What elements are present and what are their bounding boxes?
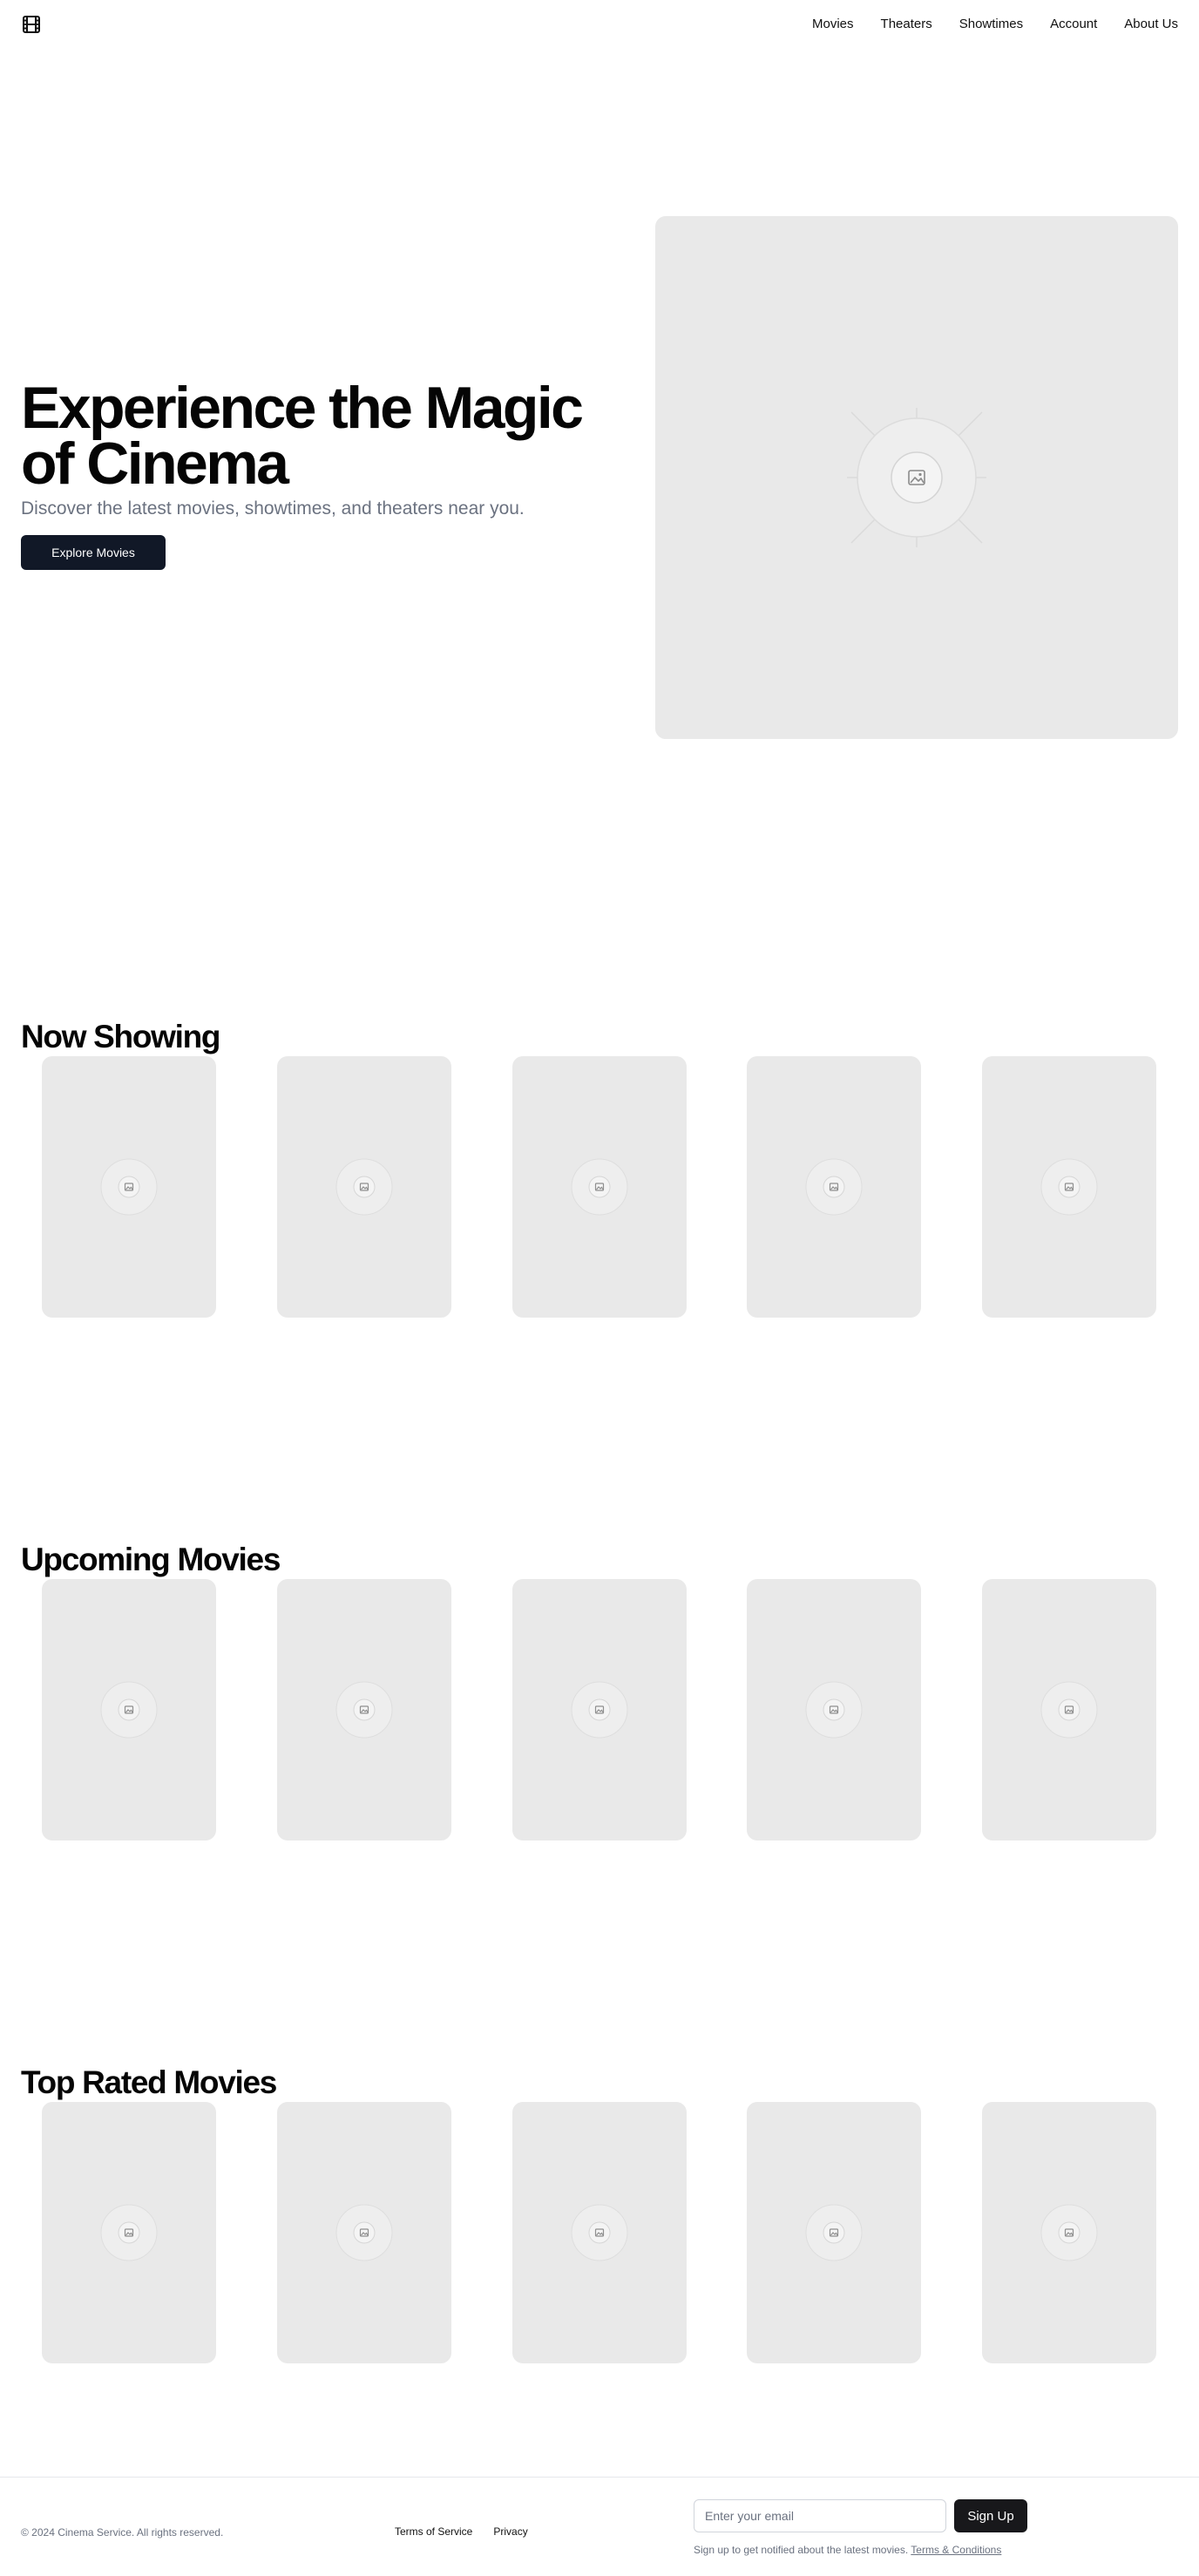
movie-poster[interactable]: [512, 2102, 687, 2363]
signup-note-text: Sign up to get notified about the latest…: [694, 2544, 909, 2556]
movie-poster[interactable]: [512, 1579, 687, 1840]
nav-about-us[interactable]: About Us: [1124, 16, 1178, 33]
image-placeholder-icon: [747, 1158, 921, 1318]
nav-showtimes[interactable]: Showtimes: [959, 16, 1023, 33]
image-placeholder-icon: [512, 1158, 687, 1318]
section-title-now-showing: Now Showing: [21, 1019, 221, 1054]
image-placeholder-icon: [982, 1158, 1156, 1318]
nav-theaters[interactable]: Theaters: [881, 16, 932, 33]
hero-subtitle: Discover the latest movies, showtimes, a…: [21, 498, 525, 519]
movie-poster[interactable]: [277, 2102, 451, 2363]
movie-poster[interactable]: [42, 2102, 216, 2363]
movie-poster[interactable]: [982, 1056, 1156, 1318]
image-placeholder-icon: [982, 2204, 1156, 2363]
movie-poster[interactable]: [277, 1056, 451, 1318]
terms-of-service-link[interactable]: Terms of Service: [395, 2525, 472, 2538]
image-placeholder-icon: [277, 1681, 451, 1840]
image-placeholder-icon: [747, 1681, 921, 1840]
section-title-upcoming-movies: Upcoming Movies: [21, 1542, 281, 1577]
image-placeholder-icon: [42, 1681, 216, 1840]
image-placeholder-icon: [512, 1681, 687, 1840]
section-title-top-rated-movies: Top Rated Movies: [21, 2064, 277, 2100]
movie-poster[interactable]: [42, 1056, 216, 1318]
sign-up-button[interactable]: Sign Up: [954, 2499, 1027, 2532]
movie-poster[interactable]: [277, 1579, 451, 1840]
nav-movies[interactable]: Movies: [812, 16, 854, 33]
hero-image: [655, 216, 1178, 739]
privacy-link[interactable]: Privacy: [493, 2525, 527, 2538]
explore-movies-button[interactable]: Explore Movies: [21, 535, 166, 570]
image-placeholder-icon: [277, 2204, 451, 2363]
movie-poster[interactable]: [747, 1579, 921, 1840]
upcoming-movies-row: [0, 1579, 1199, 1840]
email-input[interactable]: [694, 2499, 946, 2532]
image-placeholder-icon: [277, 1158, 451, 1318]
movie-poster[interactable]: [512, 1056, 687, 1318]
main-nav: Movies Theaters Showtimes Account About …: [812, 16, 1178, 33]
movie-poster[interactable]: [747, 1056, 921, 1318]
image-placeholder-icon: [42, 1158, 216, 1318]
site-footer: © 2024 Cinema Service. All rights reserv…: [0, 2477, 1199, 2576]
now-showing-row: [0, 1056, 1199, 1318]
terms-conditions-link[interactable]: Terms & Conditions: [911, 2544, 1001, 2556]
movie-poster[interactable]: [42, 1579, 216, 1840]
image-placeholder-icon: [847, 408, 986, 547]
image-placeholder-icon: [747, 2204, 921, 2363]
hero-title: Experience the Magic of Cinema: [21, 375, 584, 497]
nav-account[interactable]: Account: [1050, 16, 1097, 33]
top-rated-movies-row: [0, 2102, 1199, 2363]
film-icon[interactable]: [21, 14, 42, 35]
image-placeholder-icon: [982, 1681, 1156, 1840]
site-header: Movies Theaters Showtimes Account About …: [0, 0, 1199, 49]
image-placeholder-icon: [512, 2204, 687, 2363]
footer-links: Terms of Service Privacy: [395, 2525, 528, 2538]
signup-note: Sign up to get notified about the latest…: [694, 2544, 1001, 2556]
copyright-text: © 2024 Cinema Service. All rights reserv…: [21, 2526, 224, 2539]
image-placeholder-icon: [42, 2204, 216, 2363]
movie-poster[interactable]: [747, 2102, 921, 2363]
movie-poster[interactable]: [982, 2102, 1156, 2363]
movie-poster[interactable]: [982, 1579, 1156, 1840]
